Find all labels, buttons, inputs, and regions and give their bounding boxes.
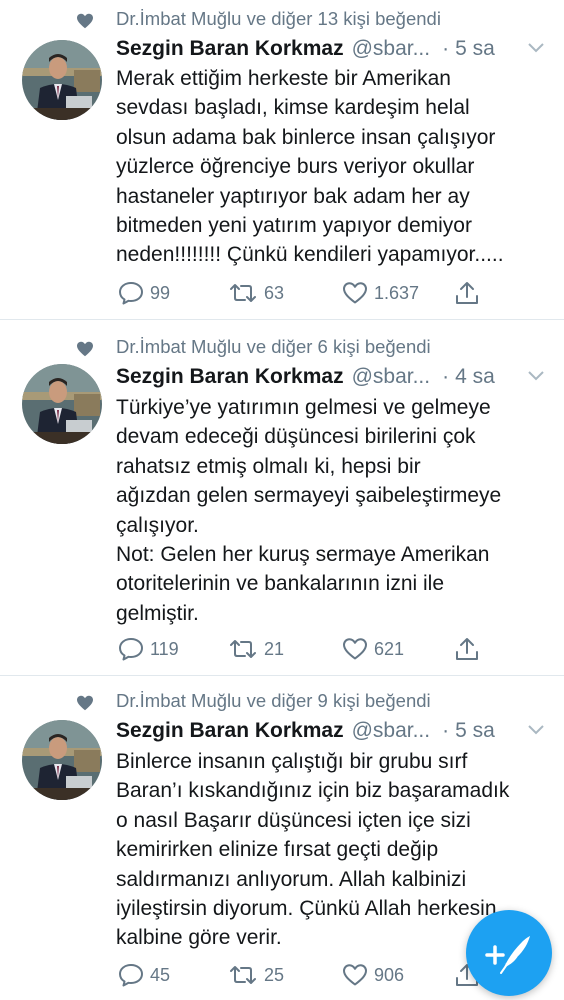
share-icon [456, 638, 478, 660]
tweet-text-line: otoritelerinin ve bankalarının izni ile [116, 572, 445, 596]
tweet-text-line: Not: Gelen her kuruş sermaye Amerikan [116, 543, 490, 567]
retweet-icon [230, 284, 256, 302]
retweet-count: 25 [264, 964, 285, 985]
tweet-text-line: Merak ettiğim herkeste bir Amerikan [116, 67, 451, 90]
author-name[interactable]: Sezgin Baran Korkmaz [116, 719, 344, 743]
tweet-text: Merak ettiğim herkeste bir Amerikan sevd… [116, 64, 556, 270]
separator-dot: · [442, 719, 450, 742]
author-handle[interactable]: @sbar... [352, 37, 431, 61]
tweet-text-line: çalışıyor. [116, 513, 199, 537]
reply-icon [119, 282, 143, 305]
chevron-down-icon[interactable] [528, 370, 544, 382]
tweet-text-line: olsun adama bak binlerce insan çalışıyor [116, 125, 496, 149]
social-context-text[interactable]: Dr.İmbat Muğlu ve diğer 9 kişi beğendi [116, 690, 431, 712]
tweet-text: Türkiye’ye yatırımın gelmesi ve gelmeye … [116, 393, 556, 628]
tweet-text-line: o nasıl Başarır düşüncesi içten içe sizi [116, 808, 471, 832]
timestamp[interactable]: 5 sa [455, 719, 495, 743]
like-count: 1.637 [374, 282, 420, 303]
tweet-text-line: sevdası başladı, kimse kardeşim helal [116, 96, 470, 120]
author-name[interactable]: Sezgin Baran Korkmaz [116, 365, 344, 389]
reply-icon [119, 638, 143, 661]
retweet-button[interactable]: 63 [228, 279, 284, 307]
like-button[interactable]: 621 [342, 635, 404, 663]
tweet-text-line: ağızdan gelen sermayeyi şaibeleştirmeye [116, 484, 502, 508]
compose-tweet-button[interactable] [466, 910, 552, 996]
author-handle[interactable]: @sbar... [352, 719, 431, 743]
heart-icon [77, 341, 93, 357]
tweet-text-line: saldırmanızı anlıyorum. Allah kalbinizi [116, 867, 467, 891]
tweet-header: Sezgin Baran Korkmaz @sbar... · 5 sa [116, 34, 552, 64]
reply-count: 99 [150, 282, 171, 303]
heart-outline-icon [343, 282, 367, 304]
like-button[interactable]: 1.637 [342, 279, 419, 307]
share-button[interactable] [454, 635, 480, 663]
tweet-text-line: devam edeceği düşüncesi birilerini çok [116, 425, 476, 449]
share-icon [456, 282, 478, 304]
tweet-text-line: Baran’ı kıskandığınız için biz başaramad… [116, 779, 510, 803]
tweet-text-line: yüzlerce öğrenciye burs veriyor okullar [116, 155, 475, 179]
tweet-text-line: hastaneler yaptırıyor bak adam her ay [116, 184, 470, 208]
tweet-text-line: kemirirken elinize fırsat geçti değip [116, 838, 439, 862]
tweet-text-line: rahatsız etmiş olmalı ki, hepsi bir [116, 454, 421, 478]
retweet-count: 21 [264, 638, 285, 659]
tweet-header: Sezgin Baran Korkmaz @sbar... · 5 sa [116, 716, 552, 746]
reply-count: 119 [150, 638, 179, 659]
social-context-text[interactable]: Dr.İmbat Muğlu ve diğer 13 kişi beğendi [116, 8, 441, 30]
tweet-text-line: bitmeden yeni yatırım yapıyor demiyor [116, 214, 472, 238]
reply-button[interactable]: 45 [118, 961, 170, 989]
chevron-down-icon[interactable] [528, 42, 544, 54]
retweet-icon [230, 640, 256, 658]
separator-dot: · [442, 37, 450, 60]
like-count: 621 [374, 638, 405, 659]
timeline-feed: Dr.İmbat Muğlu ve diğer 13 kişi beğendi … [0, 0, 564, 1000]
reply-button[interactable]: 99 [118, 279, 170, 307]
retweet-button[interactable]: 21 [228, 635, 284, 663]
retweet-icon [230, 966, 256, 984]
like-button[interactable]: 906 [342, 961, 404, 989]
separator-dot: · [442, 365, 450, 388]
author-handle[interactable]: @sbar... [352, 365, 431, 389]
avatar[interactable] [22, 364, 102, 444]
heart-icon [77, 13, 93, 29]
avatar[interactable] [22, 720, 102, 800]
author-name[interactable]: Sezgin Baran Korkmaz [116, 37, 344, 61]
avatar[interactable] [22, 40, 102, 120]
tweet[interactable]: Dr.İmbat Muğlu ve diğer 6 kişi beğendi S… [0, 320, 564, 676]
tweet-text-line: Binlerce insanın çalıştığı bir grubu sır… [116, 750, 468, 773]
share-button[interactable] [454, 279, 480, 307]
like-count: 906 [374, 964, 405, 985]
reply-button[interactable]: 119 [118, 635, 179, 663]
heart-outline-icon [343, 638, 367, 660]
tweet-header: Sezgin Baran Korkmaz @sbar... · 4 sa [116, 362, 552, 392]
retweet-button[interactable]: 25 [228, 961, 284, 989]
heart-icon [77, 695, 93, 711]
tweet-text-line: neden!!!!!!!! Çünkü kendileri yapamıyor.… [116, 243, 504, 267]
heart-outline-icon [343, 964, 367, 986]
tweet[interactable]: Dr.İmbat Muğlu ve diğer 13 kişi beğendi … [0, 0, 564, 320]
timestamp[interactable]: 4 sa [455, 365, 495, 389]
tweet-actions: 119 21 621 [116, 635, 556, 663]
tweet-text-line: gelmiştir. [116, 601, 199, 625]
timestamp[interactable]: 5 sa [455, 37, 495, 61]
tweet-actions: 99 63 1.637 [116, 279, 556, 307]
retweet-count: 63 [264, 282, 285, 303]
reply-icon [119, 964, 143, 987]
reply-count: 45 [150, 964, 171, 985]
social-context-text[interactable]: Dr.İmbat Muğlu ve diğer 6 kişi beğendi [116, 336, 431, 358]
tweet-text-line: Türkiye’ye yatırımın gelmesi ve gelmeye [116, 396, 491, 419]
chevron-down-icon[interactable] [528, 724, 544, 736]
compose-tweet-icon [485, 936, 530, 974]
